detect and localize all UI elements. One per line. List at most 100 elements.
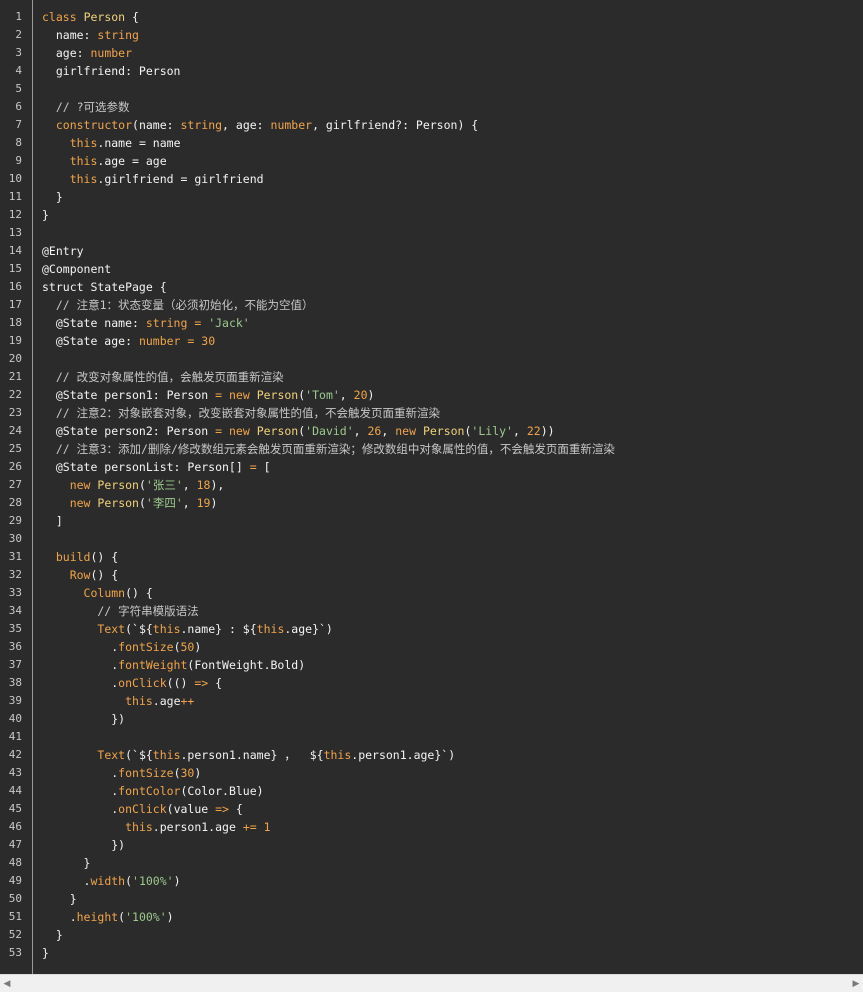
line-number: 4 bbox=[15, 64, 22, 77]
line-content: } bbox=[42, 854, 91, 872]
code-token: = bbox=[187, 316, 209, 330]
line-number: 28 bbox=[8, 496, 22, 509]
code-line: 46 this.person1.age += 1 bbox=[0, 818, 863, 836]
code-token: 26 bbox=[367, 424, 382, 438]
line-content: } bbox=[42, 188, 63, 206]
code-token: // ?可选参数 bbox=[42, 100, 130, 114]
code-token: new bbox=[395, 424, 416, 438]
line-content: // ?可选参数 bbox=[42, 98, 130, 116]
code-token: ), bbox=[210, 478, 225, 492]
code-line: 48 } bbox=[0, 854, 863, 872]
line-content: @State person1: Person = new Person('Tom… bbox=[42, 386, 375, 404]
scroll-left-icon[interactable]: ◀ bbox=[2, 978, 12, 990]
code-token: Row bbox=[69, 568, 91, 582]
code-token: string bbox=[180, 118, 223, 132]
line-number: 1 bbox=[15, 10, 22, 23]
code-token: this bbox=[69, 136, 98, 150]
code-token: , bbox=[182, 478, 197, 492]
code-token: , bbox=[182, 496, 197, 510]
code-token: build bbox=[55, 550, 91, 564]
line-number: 13 bbox=[8, 226, 22, 239]
line-content: name: string bbox=[42, 26, 139, 44]
code-line: 14 @Entry bbox=[0, 242, 863, 260]
line-number: 22 bbox=[8, 388, 22, 401]
code-token: Person bbox=[97, 496, 139, 510]
code-token: // 字符串模版语法 bbox=[42, 604, 199, 618]
code-token: 18 bbox=[196, 478, 211, 492]
line-content: @State name: string = 'Jack' bbox=[42, 314, 250, 332]
code-token: // 注意2：对象嵌套对象，改变嵌套对象属性的值，不会触发页面重新渲染 bbox=[42, 406, 441, 420]
line-number: 42 bbox=[8, 748, 22, 761]
line-number: 38 bbox=[8, 676, 22, 689]
code-token: . bbox=[42, 676, 119, 690]
line-content: }) bbox=[42, 836, 125, 854]
code-token: string bbox=[145, 316, 188, 330]
code-editor[interactable]: 1 class Person {2 name: string 3 age: numb… bbox=[0, 0, 863, 974]
code-line: 40 }) bbox=[0, 710, 863, 728]
line-content: struct StatePage { bbox=[42, 278, 167, 296]
code-line: 8 this.name = name bbox=[0, 134, 863, 152]
code-line: 29 ] bbox=[0, 512, 863, 530]
code-token: height bbox=[76, 910, 119, 924]
line-number: 12 bbox=[8, 208, 22, 221]
line-content: @State personList: Person[] = [ bbox=[42, 458, 271, 476]
code-token: } bbox=[42, 208, 49, 222]
code-token: ( bbox=[138, 478, 146, 492]
code-token: onClick bbox=[118, 802, 167, 816]
code-line: 20 bbox=[0, 350, 863, 368]
code-area[interactable]: 1 class Person {2 name: string 3 age: numb… bbox=[0, 8, 863, 962]
line-number: 21 bbox=[8, 370, 22, 383]
code-line: 50 } bbox=[0, 890, 863, 908]
code-line: 24 @State person2: Person = new Person('… bbox=[0, 422, 863, 440]
code-token: this bbox=[152, 748, 181, 762]
scroll-right-icon[interactable]: ▶ bbox=[851, 978, 861, 990]
scrollbar-track[interactable] bbox=[14, 980, 849, 988]
code-token: @State name: bbox=[42, 316, 146, 330]
code-token: fontSize bbox=[118, 766, 174, 780]
code-token: . bbox=[42, 874, 91, 888]
horizontal-scrollbar[interactable]: ◀ ▶ bbox=[0, 974, 863, 992]
code-line: 16 struct StatePage { bbox=[0, 278, 863, 296]
code-token: .age = age bbox=[97, 154, 167, 168]
line-number: 6 bbox=[15, 100, 22, 113]
line-content: // 注意1：状态变量（必须初始化，不能为空值） bbox=[42, 296, 314, 314]
code-token: class bbox=[42, 10, 77, 24]
line-content: .width('100%') bbox=[42, 872, 181, 890]
line-content: @Component bbox=[42, 260, 111, 278]
line-number: 23 bbox=[8, 406, 22, 419]
code-token: // 注意1：状态变量（必须初始化，不能为空值） bbox=[42, 298, 314, 312]
code-token: @State personList: Person[] bbox=[42, 460, 250, 474]
line-number: 14 bbox=[8, 244, 22, 257]
line-content: @State person2: Person = new Person('Dav… bbox=[42, 422, 555, 440]
code-token: , bbox=[381, 424, 396, 438]
line-number: 33 bbox=[8, 586, 22, 599]
code-token: @State person1: Person bbox=[42, 388, 216, 402]
code-token: } bbox=[42, 856, 91, 870]
code-token: () { bbox=[90, 568, 119, 582]
line-number: 15 bbox=[8, 262, 22, 275]
code-token: . bbox=[42, 910, 77, 924]
line-content: Text(`${this.person1.name} ， ${this.pers… bbox=[42, 746, 455, 764]
line-number: 5 bbox=[15, 82, 22, 95]
code-token: number bbox=[90, 46, 133, 60]
code-line: 28 new Person('李四', 19) bbox=[0, 494, 863, 512]
code-token: 'Jack' bbox=[208, 316, 250, 330]
code-token: }) bbox=[42, 712, 126, 726]
line-number: 47 bbox=[8, 838, 22, 851]
line-content: this.age = age bbox=[42, 152, 167, 170]
code-token: fontColor bbox=[118, 784, 181, 798]
code-token: girlfriend: Person bbox=[42, 64, 181, 78]
line-number: 41 bbox=[8, 730, 22, 743]
code-token: 19 bbox=[196, 496, 211, 510]
line-number: 10 bbox=[8, 172, 22, 185]
code-token: name: bbox=[42, 28, 98, 42]
